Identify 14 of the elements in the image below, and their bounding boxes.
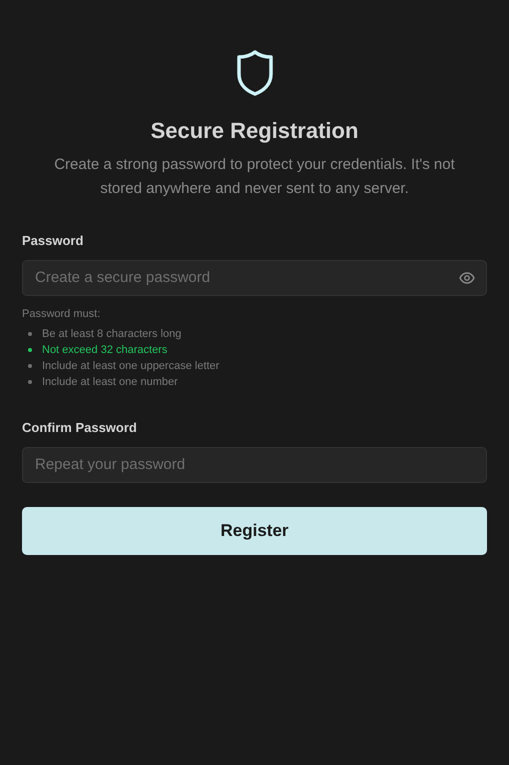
page-title: Secure Registration — [150, 117, 358, 145]
requirements-heading: Password must: — [22, 306, 102, 322]
requirement-text: Include at least one uppercase letter — [42, 358, 220, 374]
page-subtitle: Create a strong password to protect your credentials. It's not stored anywhere and never sent to any server. — [53, 155, 456, 199]
register-button[interactable]: Register — [22, 506, 487, 554]
requirement-text: Include at least one number — [42, 374, 178, 390]
confirm-password-field[interactable]: Repeat your password — [22, 446, 487, 482]
password-label: Password — [22, 232, 84, 250]
password-field[interactable]: Create a secure password — [22, 260, 487, 296]
eye-icon[interactable] — [459, 272, 475, 284]
requirement-text: Not exceed 32 characters — [42, 342, 168, 358]
requirement-text: Be at least 8 characters long — [42, 326, 182, 342]
shield-icon — [236, 50, 274, 96]
confirm-password-label: Confirm Password — [22, 419, 138, 437]
